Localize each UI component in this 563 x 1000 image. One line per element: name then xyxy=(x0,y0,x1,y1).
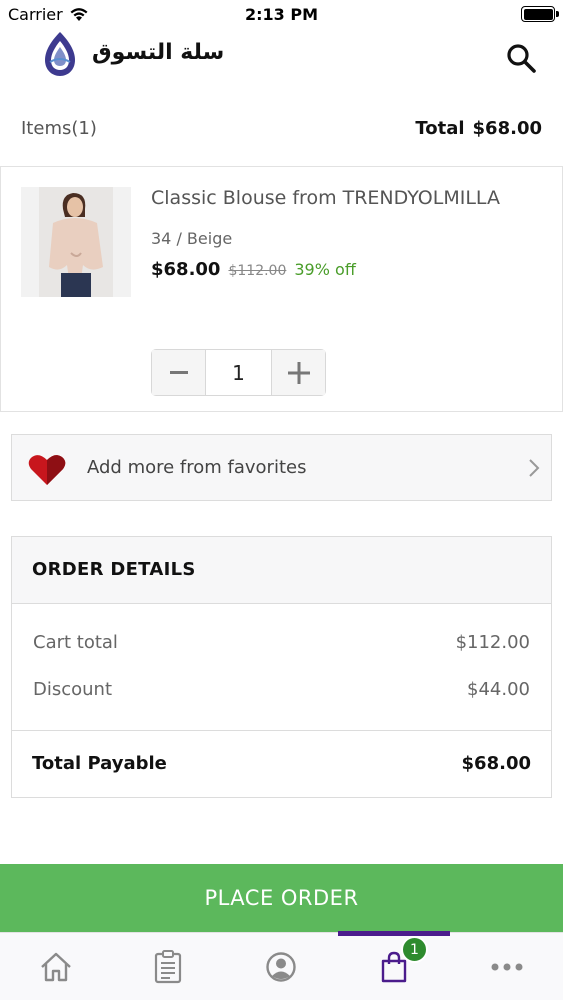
active-tab-indicator xyxy=(338,931,450,936)
divider xyxy=(12,730,551,731)
home-icon xyxy=(41,952,71,982)
status-bar: Carrier 2:13 PM xyxy=(0,0,563,30)
total-payable-row: Total Payable $68.00 xyxy=(32,753,531,774)
decrease-quantity-button[interactable] xyxy=(152,350,205,395)
price-row: $68.00 $112.00 39% off xyxy=(151,259,356,280)
original-price: $112.00 xyxy=(228,263,287,279)
current-price: $68.00 xyxy=(151,259,221,280)
brand-title: سلة التسوق xyxy=(92,40,225,65)
quantity-value[interactable]: 1 xyxy=(205,350,272,395)
cart-summary: Items(1) Total $68.00 xyxy=(0,108,563,152)
tab-cart[interactable]: 1 xyxy=(338,931,450,1000)
product-title[interactable]: Classic Blouse from TRENDYOLMILLA xyxy=(151,187,500,209)
discount-label: 39% off xyxy=(294,260,356,279)
product-photo xyxy=(21,187,131,297)
tab-more[interactable] xyxy=(451,933,563,1000)
product-image[interactable] xyxy=(21,187,131,297)
minus-icon xyxy=(169,370,188,374)
bottom-tab-bar: 1 xyxy=(0,931,563,1000)
order-details-heading: ORDER DETAILS xyxy=(12,537,551,604)
items-count: Items(1) xyxy=(21,118,97,139)
total-value: $68.00 xyxy=(472,118,542,139)
increase-quantity-button[interactable] xyxy=(272,350,325,395)
battery-tip xyxy=(556,11,559,17)
logo-icon xyxy=(45,32,75,76)
battery-icon xyxy=(521,6,559,22)
cart-count-badge: 1 xyxy=(401,936,428,963)
total-payable-label: Total Payable xyxy=(32,753,167,774)
product-variant: 34 / Beige xyxy=(151,229,233,248)
profile-icon xyxy=(266,952,296,982)
cart-total: Total $68.00 xyxy=(415,118,542,139)
chevron-right-icon xyxy=(529,459,540,477)
cart-item: Classic Blouse from TRENDYOLMILLA 34 / B… xyxy=(0,166,563,412)
orders-icon xyxy=(154,950,182,984)
discount-row: Discount $44.00 xyxy=(33,679,530,700)
tab-profile[interactable] xyxy=(225,933,337,1000)
tab-orders[interactable] xyxy=(112,933,224,1000)
quantity-stepper: 1 xyxy=(151,349,326,396)
status-time: 2:13 PM xyxy=(244,5,318,24)
more-icon xyxy=(491,963,523,971)
cart-total-label: Cart total xyxy=(33,632,118,653)
place-order-button[interactable]: PLACE ORDER xyxy=(0,864,563,932)
discount-row-value: $44.00 xyxy=(467,679,530,700)
cart-total-value: $112.00 xyxy=(455,632,530,653)
cart-total-row: Cart total $112.00 xyxy=(33,632,530,653)
search-icon[interactable] xyxy=(503,40,539,76)
order-details-card: ORDER DETAILS Cart total $112.00 Discoun… xyxy=(11,536,552,798)
discount-row-label: Discount xyxy=(33,679,113,700)
add-from-favorites-row[interactable]: Add more from favorites xyxy=(11,434,552,501)
battery-fill xyxy=(523,8,553,20)
total-payable-value: $68.00 xyxy=(461,753,531,774)
plus-icon xyxy=(287,361,310,384)
favorites-label: Add more from favorites xyxy=(87,457,307,478)
tab-home[interactable] xyxy=(0,933,112,1000)
app-header: سلة التسوق xyxy=(0,30,563,90)
total-label: Total xyxy=(415,118,465,139)
heart-icon xyxy=(28,455,66,485)
